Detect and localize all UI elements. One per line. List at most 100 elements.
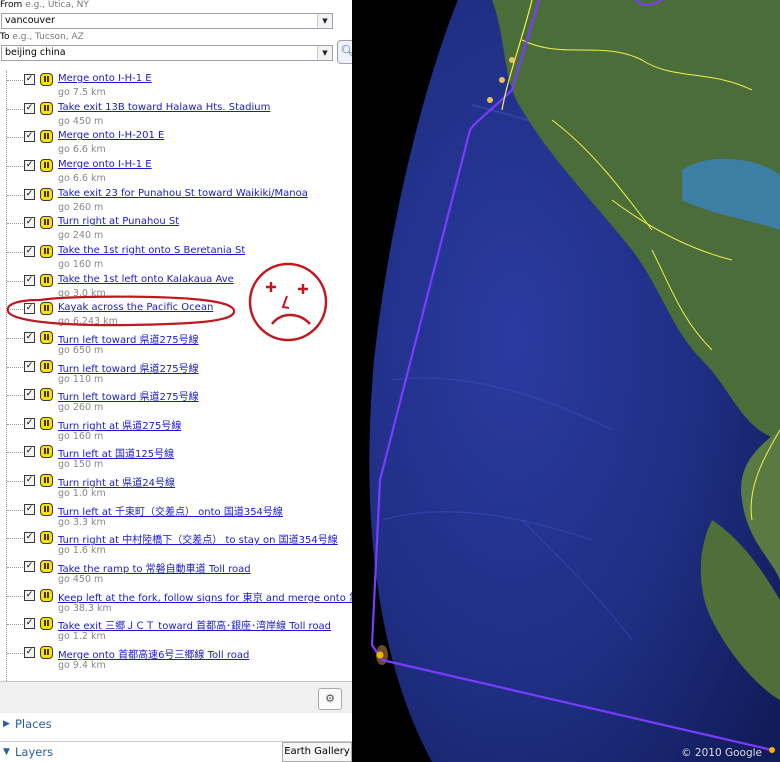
step-checkbox[interactable]: ✓ <box>24 217 35 229</box>
direction-step[interactable]: ✓ II Turn left toward 県道275号線 go 110 m <box>0 359 352 388</box>
direction-step[interactable]: ✓ II Take exit 13B toward Halawa Hts. Stad… <box>0 101 352 130</box>
step-instruction-link[interactable]: Merge onto I-H-1 E <box>58 73 152 84</box>
toolbar-options-button[interactable]: ⚙ <box>318 688 342 710</box>
direction-step[interactable]: ✓ II Merge onto I-H-1 E go 7.5 km <box>0 72 352 101</box>
earth-gallery-button[interactable]: Earth Gallery <box>282 742 352 762</box>
step-instruction-link[interactable]: Take the 1st left onto Kalakaua Ave <box>58 274 234 285</box>
step-instruction-link[interactable]: Turn right at 中村陸橋下（交差点） to stay on 国道35… <box>58 531 338 546</box>
step-checkbox[interactable]: ✓ <box>24 647 35 658</box>
step-instruction-link[interactable]: Kayak across the Pacific Ocean <box>58 302 213 313</box>
direction-step[interactable]: ✓ II Take the 1st right onto S Beretania S… <box>0 244 352 273</box>
step-instruction-link[interactable]: Turn right at 県道24号線 <box>58 474 175 489</box>
direction-pin-icon: II <box>40 273 53 287</box>
earth-globe <box>352 0 780 762</box>
step-checkbox[interactable]: ✓ <box>24 532 35 544</box>
places-title: Places <box>15 717 52 731</box>
step-instruction-link[interactable]: Take exit 23 for Punahou St toward Waiki… <box>58 188 308 199</box>
step-checkbox[interactable]: ✓ <box>24 245 35 257</box>
step-instruction-link[interactable]: Take the 1st right onto S Beretania St <box>58 245 245 256</box>
step-checkbox[interactable]: ✓ <box>24 475 35 487</box>
direction-step[interactable]: ✓ II Turn right at Punahou St go 240 m <box>0 215 352 244</box>
step-checkbox[interactable]: ✓ <box>24 131 35 143</box>
tree-connector <box>7 423 23 425</box>
tree-connector <box>7 280 23 282</box>
step-checkbox[interactable]: ✓ <box>24 360 35 372</box>
step-checkbox[interactable]: ✓ <box>24 303 35 315</box>
step-checkbox[interactable]: ✓ <box>24 503 35 515</box>
to-input[interactable]: beijing china ▼ <box>1 45 333 61</box>
direction-pin-icon: II <box>40 216 53 230</box>
direction-pin-icon: II <box>40 187 53 201</box>
step-instruction-link[interactable]: Merge onto 首都高速6号三郷線 Toll road <box>58 646 249 661</box>
earth-3d-view[interactable]: © 2010 Google <box>352 0 780 762</box>
step-distance: go 9.4 km <box>58 660 106 671</box>
direction-step[interactable]: ✓ II Merge onto I-H-1 E go 6.6 km <box>0 158 352 187</box>
step-checkbox[interactable]: ✓ <box>24 417 35 429</box>
step-distance: go 7.5 km <box>58 87 106 98</box>
step-instruction-link[interactable]: Take exit 13B toward Halawa Hts. Stadium <box>58 102 270 113</box>
direction-step[interactable]: ✓ II Turn left toward 県道275号線 go 260 m <box>0 387 352 416</box>
step-checkbox[interactable]: ✓ <box>24 159 35 171</box>
step-instruction-link[interactable]: Take the ramp to 常磐自動車道 Toll road <box>58 560 251 575</box>
step-instruction-link[interactable]: Turn left at 国道125号線 <box>58 445 174 460</box>
step-checkbox[interactable]: ✓ <box>24 274 35 286</box>
step-instruction-link[interactable]: Turn left toward 県道275号線 <box>58 331 199 346</box>
direction-pin-icon: II <box>40 359 53 373</box>
direction-step[interactable]: ✓ II Turn right at 県道275号線 go 160 m <box>0 416 352 445</box>
tree-connector <box>7 165 23 167</box>
step-instruction-link[interactable]: Turn left toward 県道275号線 <box>58 360 199 375</box>
step-distance: go 650 m <box>58 344 104 356</box>
step-checkbox[interactable]: ✓ <box>24 188 35 200</box>
step-instruction-link[interactable]: Turn right at Punahou St <box>58 216 179 227</box>
direction-pin-icon: II <box>40 302 53 316</box>
bottom-toolbar: ⚙ <box>0 681 352 714</box>
step-instruction-link[interactable]: Turn right at 県道275号線 <box>58 417 181 432</box>
direction-pin-icon: II <box>40 388 53 402</box>
from-dropdown-button[interactable]: ▼ <box>317 14 332 28</box>
from-input[interactable]: vancouver ▼ <box>1 13 333 29</box>
direction-step[interactable]: ✓ II Take the 1st left onto Kalakaua Ave go… <box>0 273 352 302</box>
direction-step[interactable]: ✓ II Turn left toward 県道275号線 go 650 m <box>0 330 352 359</box>
direction-pin-icon: II <box>40 531 53 545</box>
step-checkbox[interactable]: ✓ <box>24 331 35 343</box>
step-instruction-link[interactable]: Take exit 三郷ＪＣＴ toward 首都高･銀座･湾岸線 Toll r… <box>58 617 331 632</box>
step-instruction-link[interactable]: Turn left toward 県道275号線 <box>58 388 199 403</box>
step-instruction-link[interactable]: Merge onto I-H-201 E <box>58 130 164 141</box>
step-distance: go 38.3 km <box>58 602 112 614</box>
direction-step[interactable]: ✓ II Take exit 23 for Punahou St toward Wa… <box>0 187 352 216</box>
direction-step[interactable]: ✓ II Take the ramp to 常磐自動車道 Toll road go 4… <box>0 559 352 588</box>
step-instruction-link[interactable]: Turn left at 千束町（交差点） onto 国道354号線 <box>58 503 283 518</box>
step-checkbox[interactable]: ✓ <box>24 102 35 114</box>
from-label: From e.g., Utica, NY <box>0 0 89 10</box>
tree-connector <box>7 509 23 511</box>
directions-step-list[interactable]: ✓ II Merge onto I-H-1 E go 7.5 km ✓ II Take ex… <box>0 71 352 681</box>
tree-connector <box>7 366 23 368</box>
step-checkbox[interactable]: ✓ <box>24 74 35 85</box>
places-panel-header[interactable]: ▶ Places <box>0 713 352 737</box>
direction-step[interactable]: ✓ II Merge onto I-H-201 E go 6.6 km <box>0 129 352 158</box>
direction-step[interactable]: ✓ II Turn right at 県道24号線 go 1.0 km <box>0 473 352 502</box>
direction-pin-icon: II <box>40 588 53 602</box>
tree-connector <box>7 567 23 569</box>
search-button[interactable]: 🔍︎ <box>337 40 352 64</box>
direction-step[interactable]: ✓ II Take exit 三郷ＪＣＴ toward 首都高･銀座･湾岸線 Tol… <box>0 616 352 645</box>
step-distance: go 3.3 km <box>58 516 106 528</box>
step-instruction-link[interactable]: Merge onto I-H-1 E <box>58 159 152 170</box>
step-checkbox[interactable]: ✓ <box>24 618 35 630</box>
direction-step[interactable]: ✓ II Turn left at 国道125号線 go 150 m <box>0 444 352 473</box>
step-checkbox[interactable]: ✓ <box>24 389 35 401</box>
to-dropdown-button[interactable]: ▼ <box>317 46 332 60</box>
step-checkbox[interactable]: ✓ <box>24 561 35 573</box>
direction-step[interactable]: ✓ II Keep left at the fork, follow signs f… <box>0 588 352 617</box>
tree-connector <box>7 395 23 397</box>
direction-step[interactable]: ✓ II Turn right at 中村陸橋下（交差点） to stay on 国… <box>0 530 352 559</box>
direction-step[interactable]: ✓ II Kayak across the Pacific Ocean go 6,24… <box>0 301 352 330</box>
direction-step[interactable]: ✓ II Merge onto 首都高速6号三郷線 Toll road go 9.4 … <box>0 645 352 674</box>
direction-pin-icon: II <box>40 646 53 659</box>
step-instruction-link[interactable]: Keep left at the fork, follow signs for … <box>58 589 352 604</box>
cog-icon: ⚙ <box>325 692 335 705</box>
step-checkbox[interactable]: ✓ <box>24 446 35 458</box>
step-checkbox[interactable]: ✓ <box>24 589 35 601</box>
tree-connector <box>7 595 23 597</box>
direction-step[interactable]: ✓ II Turn left at 千束町（交差点） onto 国道354号線 go … <box>0 502 352 531</box>
